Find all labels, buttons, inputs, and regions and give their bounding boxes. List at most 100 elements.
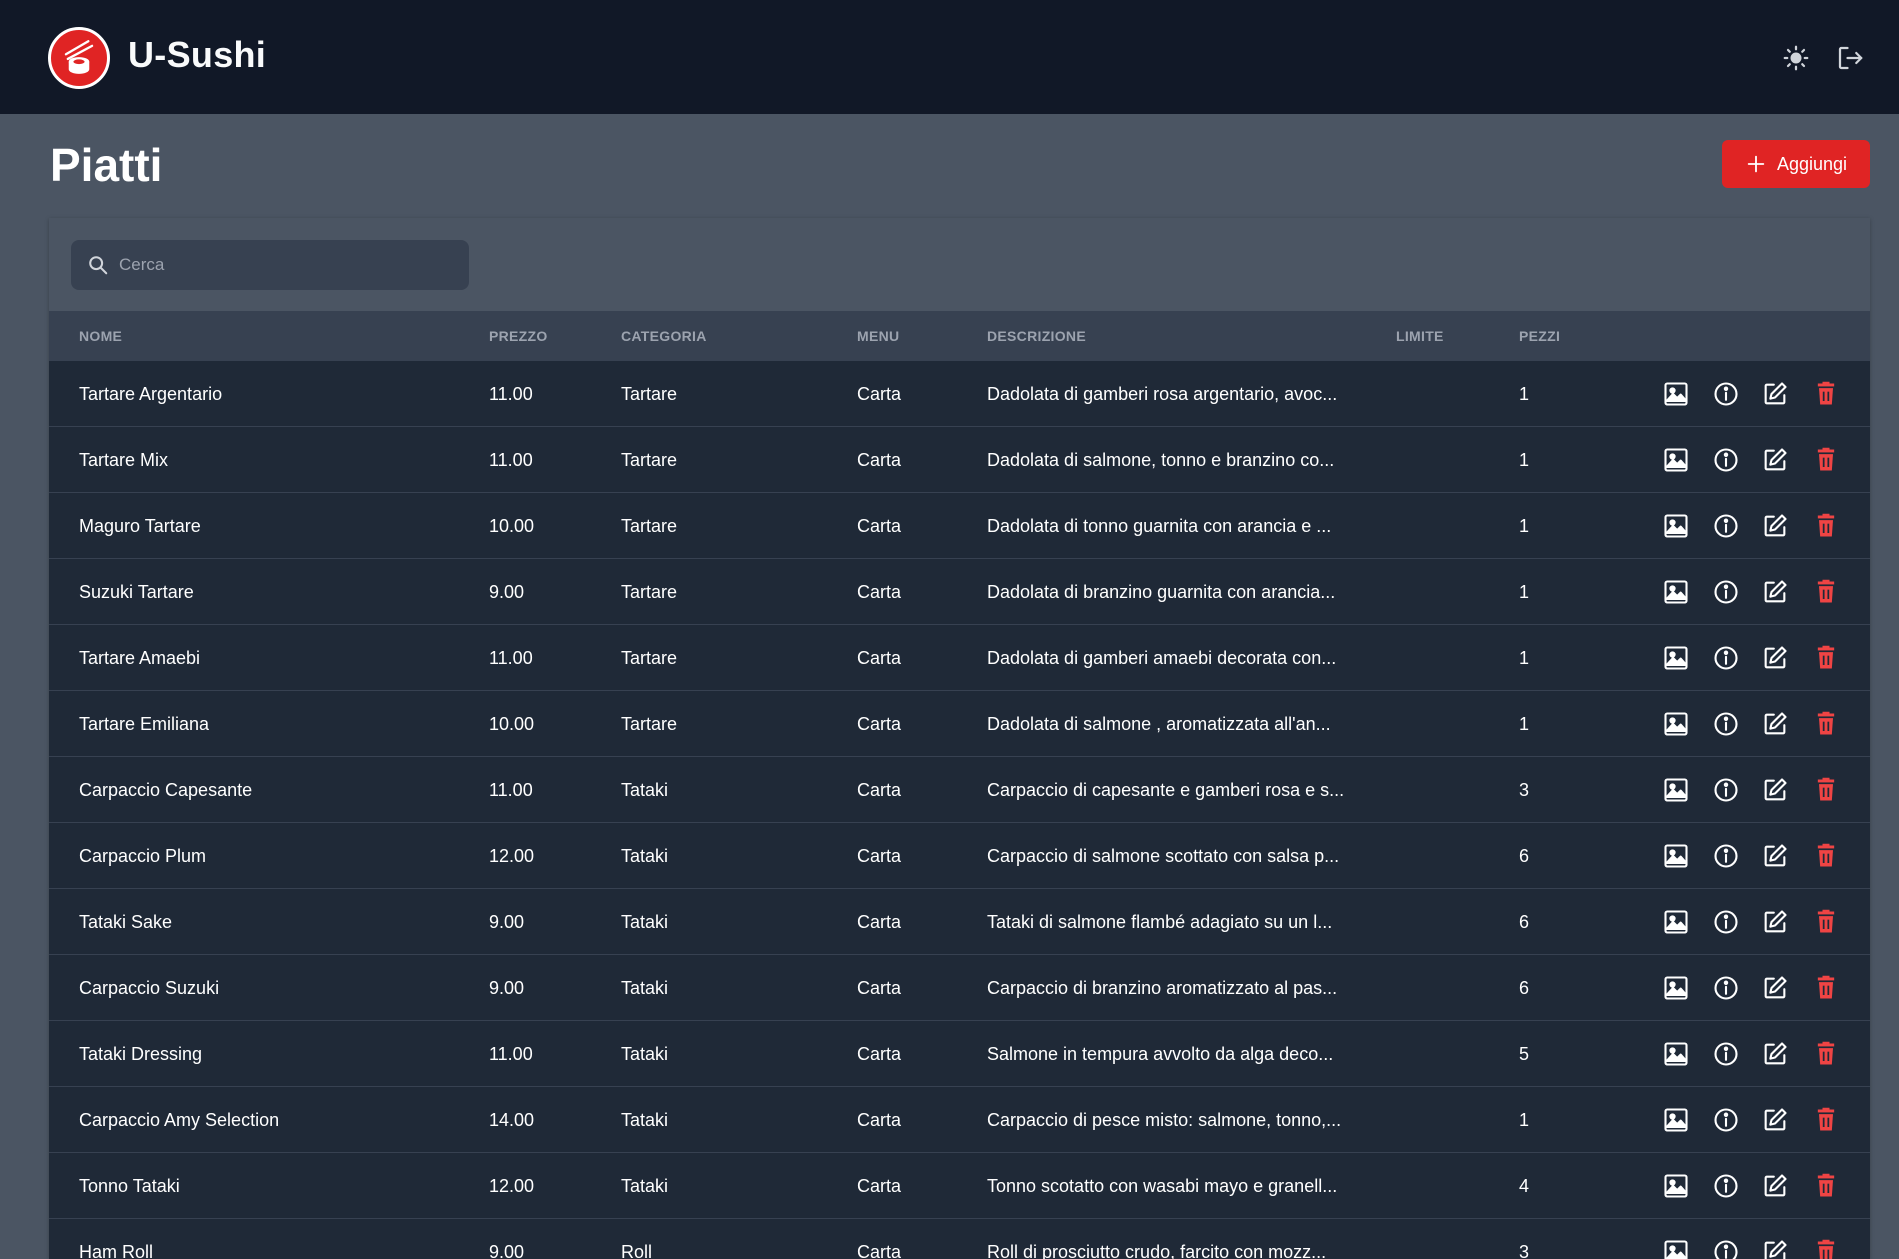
info-icon[interactable] — [1711, 775, 1741, 805]
cell-nome: Ham Roll — [79, 1242, 154, 1259]
table-row[interactable]: Tataki Sake 9.00 Tataki Carta Tataki di salm… — [49, 889, 1870, 955]
trash-icon[interactable] — [1811, 775, 1841, 805]
image-icon[interactable] — [1661, 841, 1691, 871]
image-icon[interactable] — [1661, 709, 1691, 739]
info-icon[interactable] — [1711, 1039, 1741, 1069]
table-row[interactable]: Carpaccio Suzuki 9.00 Tataki Carta Carpaccio… — [49, 955, 1870, 1021]
column-header-limite[interactable]: LIMITE — [1396, 311, 1444, 361]
trash-icon[interactable] — [1811, 643, 1841, 673]
edit-icon[interactable] — [1760, 511, 1790, 541]
cell-prezzo: 9.00 — [489, 912, 525, 932]
edit-icon[interactable] — [1760, 907, 1790, 937]
edit-icon[interactable] — [1760, 775, 1790, 805]
cell-limite — [1396, 625, 1496, 691]
column-header-menu[interactable]: MENU — [857, 311, 899, 361]
trash-icon[interactable] — [1811, 1237, 1841, 1259]
image-icon[interactable] — [1661, 1237, 1691, 1259]
table-row[interactable]: Tartare Argentario 11.00 Tartare Carta Dadol… — [49, 361, 1870, 427]
cell-pezzi: 3 — [1519, 780, 1530, 800]
column-header-nome[interactable]: NOME — [79, 311, 122, 361]
info-icon[interactable] — [1711, 907, 1741, 937]
edit-icon[interactable] — [1760, 841, 1790, 871]
info-icon[interactable] — [1711, 511, 1741, 541]
trash-icon[interactable] — [1811, 907, 1841, 937]
cell-categoria: Tataki — [621, 1110, 669, 1130]
table-row[interactable]: Ham Roll 9.00 Roll Carta Roll di prosciutto … — [49, 1219, 1870, 1259]
edit-icon[interactable] — [1760, 445, 1790, 475]
edit-icon[interactable] — [1760, 1237, 1790, 1259]
edit-icon[interactable] — [1760, 1171, 1790, 1201]
image-icon[interactable] — [1661, 577, 1691, 607]
image-icon[interactable] — [1661, 775, 1691, 805]
cell-prezzo: 14.00 — [489, 1110, 535, 1130]
image-icon[interactable] — [1661, 907, 1691, 937]
trash-icon[interactable] — [1811, 445, 1841, 475]
search-icon — [89, 256, 108, 275]
search-input[interactable] — [119, 240, 459, 290]
info-icon[interactable] — [1711, 709, 1741, 739]
table-row[interactable]: Carpaccio Amy Selection 14.00 Tataki Carta C… — [49, 1087, 1870, 1153]
cell-descrizione: Tonno scotatto con wasabi mayo e granell… — [987, 1176, 1338, 1196]
trash-icon[interactable] — [1811, 577, 1841, 607]
trash-icon[interactable] — [1811, 709, 1841, 739]
image-icon[interactable] — [1661, 1105, 1691, 1135]
image-icon[interactable] — [1661, 379, 1691, 409]
column-header-categoria[interactable]: CATEGORIA — [621, 311, 707, 361]
trash-icon[interactable] — [1811, 841, 1841, 871]
info-icon[interactable] — [1711, 577, 1741, 607]
trash-icon[interactable] — [1811, 1105, 1841, 1135]
image-icon[interactable] — [1661, 1171, 1691, 1201]
edit-icon[interactable] — [1760, 1105, 1790, 1135]
cell-descrizione: Dadolata di gamberi amaebi decorata con.… — [987, 648, 1337, 668]
edit-icon[interactable] — [1760, 709, 1790, 739]
trash-icon[interactable] — [1811, 511, 1841, 541]
column-header-prezzo[interactable]: PREZZO — [489, 311, 548, 361]
edit-icon[interactable] — [1760, 973, 1790, 1003]
sushi-logo-icon[interactable] — [48, 27, 110, 89]
info-icon[interactable] — [1711, 1171, 1741, 1201]
edit-icon[interactable] — [1760, 379, 1790, 409]
table-row[interactable]: Tartare Amaebi 11.00 Tartare Carta Dadolata … — [49, 625, 1870, 691]
info-icon[interactable] — [1711, 643, 1741, 673]
info-icon[interactable] — [1711, 445, 1741, 475]
info-icon[interactable] — [1711, 973, 1741, 1003]
info-icon[interactable] — [1711, 841, 1741, 871]
logout-icon[interactable] — [1832, 40, 1868, 76]
edit-icon[interactable] — [1760, 1039, 1790, 1069]
sun-icon[interactable] — [1778, 40, 1814, 76]
image-icon[interactable] — [1661, 445, 1691, 475]
image-icon[interactable] — [1661, 511, 1691, 541]
cell-nome: Tartare Amaebi — [79, 648, 201, 668]
column-header-descrizione[interactable]: DESCRIZIONE — [987, 311, 1086, 361]
table-row[interactable]: Tonno Tataki 12.00 Tataki Carta Tonno scotat… — [49, 1153, 1870, 1219]
info-icon[interactable] — [1711, 379, 1741, 409]
table-row[interactable]: Suzuki Tartare 9.00 Tartare Carta Dadolata d… — [49, 559, 1870, 625]
cell-menu: Carta — [857, 1242, 902, 1259]
edit-icon[interactable] — [1760, 643, 1790, 673]
cell-pezzi: 6 — [1519, 912, 1530, 932]
table-row[interactable]: Carpaccio Capesante 11.00 Tataki Carta Carpa… — [49, 757, 1870, 823]
trash-icon[interactable] — [1811, 1039, 1841, 1069]
trash-icon[interactable] — [1811, 1171, 1841, 1201]
table-row[interactable]: Tataki Dressing 11.00 Tataki Carta Salmone i… — [49, 1021, 1870, 1087]
edit-icon[interactable] — [1760, 577, 1790, 607]
info-icon[interactable] — [1711, 1105, 1741, 1135]
cell-nome: Tonno Tataki — [79, 1176, 180, 1196]
trash-icon[interactable] — [1811, 379, 1841, 409]
table-row[interactable]: Tartare Mix 11.00 Tartare Carta Dadolata di … — [49, 427, 1870, 493]
table-row[interactable]: Tartare Emiliana 10.00 Tartare Carta Dadolat… — [49, 691, 1870, 757]
table-body: Tartare Argentario 11.00 Tartare Carta Dadol… — [49, 361, 1870, 1259]
table-row[interactable]: Maguro Tartare 10.00 Tartare Carta Dadolata … — [49, 493, 1870, 559]
column-header-pezzi[interactable]: PEZZI — [1519, 311, 1560, 361]
cell-pezzi: 1 — [1519, 1110, 1530, 1130]
info-icon[interactable] — [1711, 1237, 1741, 1259]
cell-pezzi: 3 — [1519, 1242, 1530, 1259]
cell-categoria: Tataki — [621, 780, 669, 800]
image-icon[interactable] — [1661, 643, 1691, 673]
add-button[interactable]: Aggiungi — [1722, 140, 1870, 188]
table-row[interactable]: Carpaccio Plum 12.00 Tataki Carta Carpaccio … — [49, 823, 1870, 889]
image-icon[interactable] — [1661, 973, 1691, 1003]
image-icon[interactable] — [1661, 1039, 1691, 1069]
trash-icon[interactable] — [1811, 973, 1841, 1003]
cell-prezzo: 10.00 — [489, 714, 535, 734]
